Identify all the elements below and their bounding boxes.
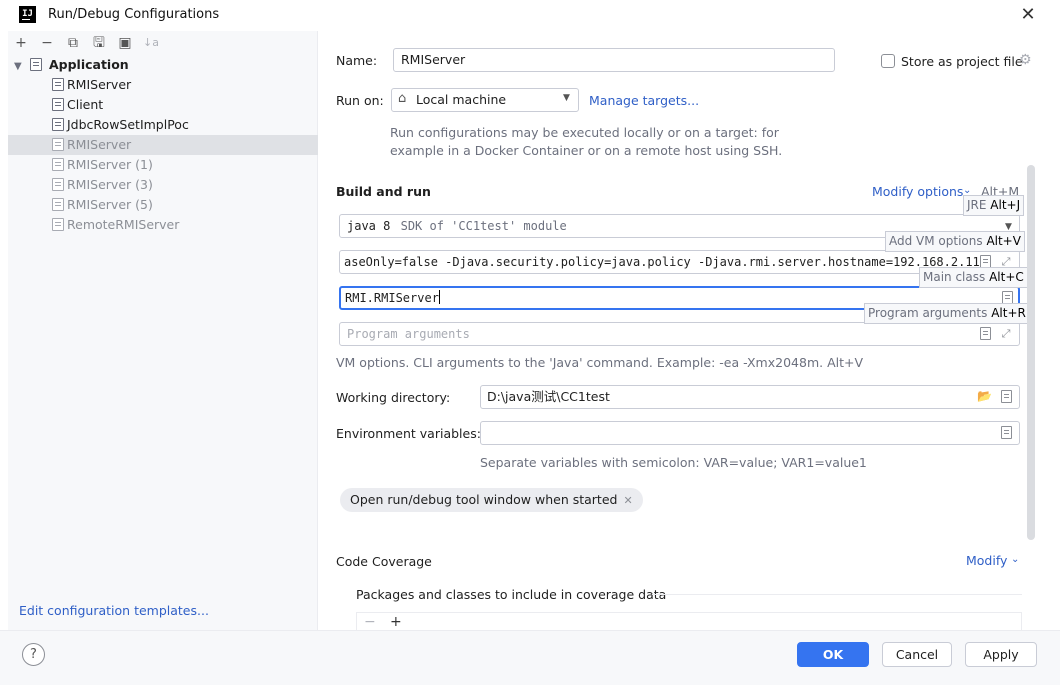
tree-item-jdbcrowsetimplpoc[interactable]: JdbcRowSetImplPoc (8, 115, 318, 135)
remove-icon[interactable]: − (38, 34, 56, 52)
tree-item-remotermiserver[interactable]: RemoteRMIServer (8, 215, 318, 235)
application-config-icon (29, 58, 42, 71)
modify-coverage-link[interactable]: Modify (966, 553, 1007, 568)
tree-item-rmiserver-selected[interactable]: RMIServer (8, 135, 318, 155)
tree-item-rmiserver-5[interactable]: RMIServer (5) (8, 195, 318, 215)
window-close-icon[interactable]: ✕ (1017, 4, 1039, 26)
folder-icon[interactable]: 📂 (977, 389, 992, 403)
environment-variables-label: Environment variables: (336, 426, 481, 441)
add-icon[interactable]: + (12, 34, 30, 52)
run-on-label: Run on: (336, 93, 384, 108)
chevron-down-icon[interactable]: ⌄ (1011, 554, 1019, 565)
temporary-config-icon (52, 218, 64, 231)
tree-item-label: RMIServer (67, 137, 132, 152)
copy-icon[interactable]: ⧉ (64, 34, 82, 52)
program-arguments-placeholder: Program arguments (347, 327, 470, 341)
home-icon: ⌂ (398, 91, 407, 106)
cancel-button[interactable]: Cancel (882, 642, 952, 667)
main-class-value: RMI.RMIServer (345, 291, 439, 305)
tree-item-label: RMIServer (67, 77, 132, 92)
vm-options-hint: VM options. CLI arguments to the 'Java' … (336, 355, 864, 370)
tooltip-program-arguments: Program arguments Alt+R (864, 303, 1030, 324)
sort-icon[interactable]: ↓a (142, 34, 160, 52)
tree-item-label: RMIServer (5) (67, 197, 153, 212)
tree-item-client[interactable]: Client (8, 95, 318, 115)
run-on-hint-line-1: Run configurations may be executed local… (390, 125, 779, 140)
tree-item-rmiserver-1[interactable]: RMIServer (1) (8, 155, 318, 175)
tooltip-main-class: Main class Alt+C (919, 267, 1028, 288)
run-on-hint-line-2: example in a Docker Container or on a re… (390, 143, 783, 158)
gear-icon[interactable]: ⚙ (1019, 52, 1032, 68)
tree-item-label: RemoteRMIServer (67, 217, 180, 232)
configuration-sidebar: + − ⧉ 🖫 ▣ ↓a ▼ Application RMIServer Cli… (8, 31, 318, 630)
code-coverage-heading: Code Coverage (336, 554, 432, 569)
add-icon[interactable]: + (390, 614, 402, 630)
modify-options-link[interactable]: Modify options (872, 184, 963, 199)
chevron-down-icon[interactable]: ▼ (563, 93, 570, 103)
temporary-config-icon (52, 198, 64, 211)
temporary-config-icon (52, 138, 64, 151)
macro-icon[interactable] (1001, 390, 1012, 403)
help-button[interactable]: ? (22, 643, 45, 666)
coverage-packages-label: Packages and classes to include in cover… (356, 587, 667, 602)
text-caret (438, 290, 440, 304)
form-scrollbar[interactable] (1027, 165, 1035, 540)
expand-editor-icon[interactable] (980, 327, 991, 340)
run-on-select[interactable]: Local machine (391, 88, 579, 112)
build-and-run-heading: Build and run (336, 184, 431, 199)
open-tool-window-chip[interactable]: Open run/debug tool window when started ✕ (340, 488, 643, 512)
name-input[interactable]: RMIServer (393, 48, 835, 72)
coverage-packages-table (356, 612, 1022, 630)
vm-options-input[interactable]: aseOnly=false -Djava.security.policy=jav… (339, 250, 1020, 274)
window-title: Run/Debug Configurations (48, 7, 220, 22)
tree-item-label: RMIServer (3) (67, 177, 153, 192)
tree-item-rmiserver-3[interactable]: RMIServer (3) (8, 175, 318, 195)
run-config-icon (52, 78, 64, 91)
jre-value: java 8 (347, 219, 391, 233)
run-on-value: Local machine (416, 92, 507, 107)
remove-icon[interactable]: − (364, 614, 376, 630)
chip-label: Open run/debug tool window when started (350, 492, 618, 507)
store-as-project-file-checkbox[interactable] (881, 54, 895, 68)
tree-group-application[interactable]: ▼ Application (8, 55, 318, 75)
edit-environment-icon[interactable] (1001, 426, 1012, 439)
working-directory-input[interactable]: D:\java测试\CC1test (480, 385, 1020, 409)
tooltip-jre: JRE Alt+J (963, 195, 1025, 216)
working-directory-label: Working directory: (336, 390, 451, 405)
save-icon[interactable]: 🖫 (90, 34, 108, 52)
tree-item-label: Client (67, 97, 104, 112)
temporary-config-icon (52, 178, 64, 191)
environment-variables-hint: Separate variables with semicolon: VAR=v… (480, 455, 867, 470)
manage-targets-link[interactable]: Manage targets... (589, 93, 699, 108)
run-config-icon (52, 98, 64, 111)
run-config-icon (52, 118, 64, 131)
coverage-separator (652, 594, 1022, 595)
jre-sub-value: SDK of 'CC1test' module (400, 219, 567, 233)
edit-configuration-templates-link[interactable]: Edit configuration templates... (19, 603, 209, 618)
close-icon[interactable]: ✕ (623, 494, 632, 507)
ok-button[interactable]: OK (797, 642, 869, 667)
tooltip-add-vm-options: Add VM options Alt+V (885, 231, 1025, 252)
store-as-project-file-label: Store as project file (901, 54, 1023, 69)
chevron-down-icon[interactable]: ▼ (14, 57, 26, 77)
program-arguments-input[interactable]: Program arguments (339, 322, 1020, 346)
expand-icon[interactable]: ⤢ (1000, 328, 1012, 340)
intellij-app-icon: IJ (19, 6, 36, 23)
tree-item-label: RMIServer (1) (67, 157, 153, 172)
temporary-config-icon (52, 158, 64, 171)
new-folder-icon[interactable]: ▣ (116, 34, 134, 52)
apply-button[interactable]: Apply (965, 642, 1037, 667)
tree-item-label: JdbcRowSetImplPoc (67, 117, 189, 132)
environment-variables-input[interactable] (480, 421, 1020, 445)
tree-item-rmiserver[interactable]: RMIServer (8, 75, 318, 95)
tree-group-label: Application (48, 57, 129, 72)
name-label: Name: (336, 53, 378, 68)
